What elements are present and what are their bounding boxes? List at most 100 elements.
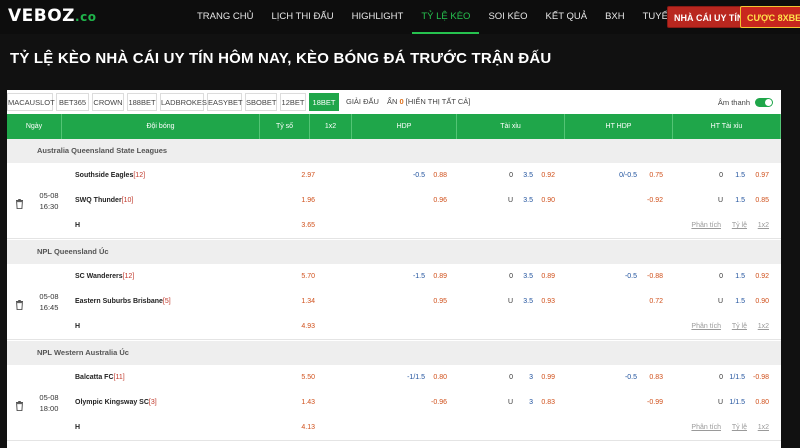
team-name[interactable]: H	[75, 415, 80, 440]
team-name[interactable]: H	[75, 314, 80, 339]
league-header[interactable]: NPL Queensland Úc	[7, 240, 781, 264]
ht-hdp-odds[interactable]: 0.72	[649, 289, 663, 314]
team-name[interactable]: SC Wanderers[12]	[75, 264, 134, 289]
bookmaker-tab[interactable]: BET365	[56, 93, 89, 111]
ht-ou-odds[interactable]: -0.98	[753, 365, 769, 390]
team-rank: [12]	[122, 273, 135, 280]
hdp-odds[interactable]: 0.96	[433, 188, 447, 213]
team-rank: [10]	[121, 197, 134, 204]
ht-ou-line: 1.5	[735, 197, 745, 204]
ht-ou-odds[interactable]: 0.80	[755, 390, 769, 415]
team-name[interactable]: Eastern Suburbs Brisbane[5]	[75, 289, 171, 314]
trash-icon[interactable]	[15, 297, 25, 310]
ht-hdp-odds[interactable]: 0.75	[649, 163, 663, 188]
league-filter[interactable]: GIẢI ĐẤU	[346, 93, 379, 111]
bookmaker-button[interactable]: NHÀ CÁI UY TÍN	[667, 6, 751, 28]
odds-link[interactable]: Tỷ lệ	[732, 213, 747, 238]
team-label: Balcatta FC	[75, 374, 114, 381]
hidden-filter[interactable]: ẨN 0 [HIỂN THỊ TẤT CẢ]	[387, 93, 470, 111]
ou-odds[interactable]: 0.93	[541, 289, 555, 314]
odds-1x2[interactable]: 5.50	[301, 365, 315, 390]
odds-1x2[interactable]: 1.96	[301, 188, 315, 213]
ht-ou-odds[interactable]: 0.90	[755, 289, 769, 314]
sound-label: Âm thanh	[717, 97, 750, 107]
show-all-link[interactable]: [HIỂN THỊ TẤT CẢ]	[406, 97, 471, 106]
ht-hdp-line: -0.5	[624, 374, 637, 381]
site-logo[interactable]: VEBOZ.co	[8, 6, 96, 26]
logo-text: VEBOZ	[8, 6, 76, 26]
nav-item[interactable]: TỶ LỆ KÈO	[412, 0, 480, 34]
team-name[interactable]: Balcatta FC[11]	[75, 365, 125, 390]
odds-1x2[interactable]: 1.34	[301, 289, 315, 314]
league-header[interactable]: NPL Western Australia Úc	[7, 341, 781, 365]
bookmaker-tab[interactable]: LADBROKES	[160, 93, 207, 111]
ht-hdp-line: 0/-0.5	[619, 172, 637, 179]
ht-ou-line: 1.5	[735, 273, 745, 280]
team-name[interactable]: Southside Eagles[12]	[75, 163, 145, 188]
bookmaker-tab[interactable]: 12BET	[280, 93, 306, 111]
team-name[interactable]: Olympic Kingsway SC[3]	[75, 390, 157, 415]
x12-link[interactable]: 1x2	[758, 415, 769, 440]
ht-ou-odds[interactable]: 0.97	[755, 163, 769, 188]
odds-1x2[interactable]: 3.65	[301, 213, 315, 238]
odds-1x2[interactable]: 4.93	[301, 314, 315, 339]
bookmaker-tab[interactable]: 18BET	[309, 93, 339, 111]
nav-item[interactable]: BXH	[596, 0, 634, 34]
bookmaker-tab[interactable]: CROWN	[92, 93, 124, 111]
hdp-odds[interactable]: 0.95	[433, 289, 447, 314]
ou-odds[interactable]: 0.92	[541, 163, 555, 188]
column-header: Tỷ số	[260, 114, 310, 139]
ht-ou-odds[interactable]: 0.85	[755, 188, 769, 213]
column-header: HT Tài xỉu	[673, 114, 781, 139]
odds-link[interactable]: Tỷ lệ	[732, 415, 747, 440]
analysis-link[interactable]: Phân tích	[691, 415, 721, 440]
match-row: Southside Eagles[12] 2.97 -0.5 0.88 0 3.5 0.92…	[7, 163, 781, 188]
hdp-odds[interactable]: 0.80	[433, 365, 447, 390]
ht-ou-side: 0	[719, 273, 723, 280]
odds-1x2[interactable]: 2.97	[301, 163, 315, 188]
team-name[interactable]: SWQ Thunder[10]	[75, 188, 133, 213]
trash-icon[interactable]	[15, 196, 25, 209]
x12-link[interactable]: 1x2	[758, 213, 769, 238]
hdp-odds[interactable]: -0.96	[431, 390, 447, 415]
odds-link[interactable]: Tỷ lệ	[732, 314, 747, 339]
hdp-odds[interactable]: 0.89	[433, 264, 447, 289]
team-label: H	[75, 323, 81, 330]
odds-1x2[interactable]: 4.13	[301, 415, 315, 440]
trash-icon[interactable]	[15, 398, 25, 411]
hdp-odds[interactable]: 0.88	[433, 163, 447, 188]
bookmaker-tab[interactable]: 188BET	[127, 93, 157, 111]
nav-item[interactable]: LỊCH THI ĐẤU	[262, 0, 342, 34]
main-nav: TRANG CHỦ LỊCH THI ĐẤU HIGHLIGHT TỶ LỆ KÈO S…	[188, 0, 714, 34]
ht-hdp-odds[interactable]: 0.83	[649, 365, 663, 390]
nav-item[interactable]: SOI KÈO	[479, 0, 536, 34]
match-datetime: 05-08 16:45	[29, 291, 69, 313]
ou-odds[interactable]: 0.89	[541, 264, 555, 289]
league-header[interactable]: Australia Queensland State Leagues	[7, 139, 781, 163]
odds-1x2[interactable]: 1.43	[301, 390, 315, 415]
nav-item[interactable]: TRANG CHỦ	[188, 0, 262, 34]
odds-1x2[interactable]: 5.70	[301, 264, 315, 289]
team-rank: [11]	[113, 374, 125, 381]
x12-link[interactable]: 1x2	[758, 314, 769, 339]
nav-item[interactable]: KẾT QUẢ	[537, 0, 597, 34]
bookmaker-tab[interactable]: SBOBET	[245, 93, 277, 111]
bet-button[interactable]: CƯỢC 8XBET	[740, 6, 800, 28]
team-name[interactable]: H	[75, 213, 80, 238]
ht-hdp-odds[interactable]: -0.99	[647, 390, 663, 415]
row-divider	[7, 440, 781, 441]
sound-toggle[interactable]	[755, 97, 773, 107]
ou-odds[interactable]: 0.90	[541, 188, 555, 213]
ht-hdp-odds[interactable]: -0.88	[647, 264, 663, 289]
bookmaker-tab[interactable]: EASYBET	[207, 93, 243, 111]
ou-odds[interactable]: 0.99	[541, 365, 555, 390]
analysis-link[interactable]: Phân tích	[691, 213, 721, 238]
ht-ou-odds[interactable]: 0.92	[755, 264, 769, 289]
nav-item[interactable]: HIGHLIGHT	[343, 0, 413, 34]
analysis-link[interactable]: Phân tích	[691, 314, 721, 339]
row-divider	[7, 238, 781, 239]
ht-hdp-odds[interactable]: -0.92	[647, 188, 663, 213]
ou-odds[interactable]: 0.83	[541, 390, 555, 415]
bookmaker-tab[interactable]: MACAUSLOT	[7, 93, 55, 111]
hdp-line: -1/1.5	[407, 374, 425, 381]
